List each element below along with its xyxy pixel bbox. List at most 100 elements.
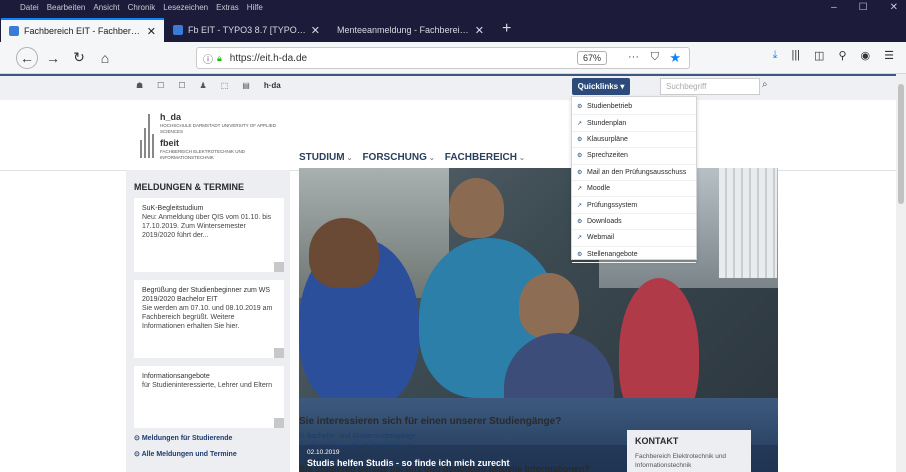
logo-fbeit: fbeit [160,138,179,148]
service-icon-3[interactable]: ☐ [178,81,185,90]
sidebar-icon[interactable]: ◫ [814,49,824,62]
close-tab-icon[interactable]: ✕ [147,25,156,38]
maximize-icon[interactable]: ☐ [859,2,868,13]
person-shape [449,178,504,238]
quicklink-downloads[interactable]: ⚙ Downloads [572,214,696,231]
menu-lesezeichen[interactable]: Lesezeichen [163,3,208,12]
link-meldungen-studierende[interactable]: ⊙ Meldungen für Studierende [134,434,232,442]
page-actions-icon[interactable]: ··· [628,51,639,63]
quicklinks-dropdown: ⚙ Studienbetrieb ↗ Stundenplan ⚙ Klausurplä… [571,96,697,263]
tab-title: Menteeanmeldung - Fachbereich EIT [337,25,470,35]
nav-forschung[interactable]: FORSCHUNG ⌄ [362,152,434,163]
person-icon[interactable]: ♟ [200,81,207,90]
bookmark-star-icon[interactable]: ★ [669,50,681,66]
person-shape [519,273,579,338]
close-tab-icon[interactable]: ✕ [311,24,320,37]
quicklink-pruefungssystem[interactable]: ↗ Prüfungssystem [572,197,696,214]
nav-fachbereich[interactable]: FACHBEREICH ⌄ [445,152,525,163]
home-service-icon[interactable]: ☗ [136,81,143,90]
question-aktuelle-informationen: Sie studieren bereits bei uns und benöti… [299,464,591,472]
navigation-bar: ← → ↻ ⌂ ⓘ 🔒︎ https://eit.h-da.de 67% ···… [0,42,906,74]
news-item-2[interactable]: Begrüßung der Studienbeginner zum WS 201… [134,280,284,358]
caret-down-icon: ▾ [620,82,625,91]
site-logo[interactable]: h_da HOCHSCHULE DARMSTADT UNIVERSITY OF … [140,108,290,168]
news-title: Begrüßung der Studienbeginner zum WS 201… [142,287,271,303]
account-icon[interactable]: ◉ [861,49,871,62]
back-icon[interactable]: ← [16,46,38,69]
gear-icon: ⚙ [577,104,583,111]
service-icon-6[interactable]: ▤ [242,81,250,90]
quicklink-stundenplan[interactable]: ↗ Stundenplan [572,115,696,132]
minimize-icon[interactable]: – [831,2,837,13]
chevron-down-icon: ⌄ [428,155,435,162]
gear-icon: ⚙ [577,136,583,143]
link-studienbeginner[interactable]: ⊙ Informationen für Studienbeginner [299,442,413,450]
new-tab-icon[interactable]: + [492,20,521,42]
tab-typo3[interactable]: Fb EIT - TYPO3 8.7 [TYPO3 CMS] ✕ [165,18,328,42]
tab-menteeanmeldung[interactable]: Menteeanmeldung - Fachbereich EIT ✕ [329,18,492,42]
reload-icon[interactable]: ↻ [68,47,90,69]
home-icon[interactable]: ⌂ [94,47,116,69]
quicklinks-label: Quicklinks [577,82,619,91]
search-icon[interactable]: ⌕ [762,79,768,90]
forward-icon[interactable]: → [42,47,64,69]
quicklink-stellenangebote[interactable]: ⚙ Stellenangebote [572,247,696,263]
scrollbar-thumb[interactable] [898,84,904,204]
extension-icon[interactable]: ⚲ [838,49,846,62]
menu-chronik[interactable]: Chronik [128,3,156,12]
hda-service-link[interactable]: h·da [264,81,281,90]
external-link-icon: ↗ [577,235,583,242]
menu-bearbeiten[interactable]: Bearbeiten [47,3,86,12]
info-icon[interactable]: ⓘ [203,51,213,66]
tab-bar: Fachbereich EIT - Fachbereich EIT ✕ Fb E… [0,14,906,42]
service-icons: ☗ ☐ ☐ ♟ ⬚ ▤ h·da [136,81,281,90]
quicklink-mail-pruefungsausschuss[interactable]: ⚙ Mail an den Prüfungsausschuss [572,165,696,181]
close-tab-icon[interactable]: ✕ [475,24,484,37]
menu-hilfe[interactable]: Hilfe [247,3,263,12]
chevron-down-icon: ⌄ [519,155,525,162]
contact-title: KONTAKT [635,436,679,446]
quicklink-sprechzeiten[interactable]: ⚙ Sprechzeiten [572,148,696,165]
menu-datei[interactable]: Datei [20,3,39,12]
favicon-icon [9,26,19,36]
news-more-button[interactable] [274,418,284,428]
chevron-down-icon: ⌄ [346,155,353,162]
news-more-button[interactable] [274,262,284,272]
download-icon[interactable]: ⤓ [773,49,778,62]
quicklink-studienbetrieb[interactable]: ⚙ Studienbetrieb [572,99,696,116]
tab-title: Fachbereich EIT - Fachbereich EIT [24,26,142,36]
quicklink-webmail[interactable]: ↗ Webmail [572,230,696,247]
news-more-button[interactable] [274,348,284,358]
menu-ansicht[interactable]: Ansicht [93,3,119,12]
news-body: Neu: Anmeldung über QIS vom 01.10. bis 1… [142,214,272,239]
news-item-3[interactable]: Informationsangebote für Studieninteress… [134,366,284,428]
favicon-icon [173,25,183,35]
news-body: Sie werden am 07.10. und 08.10.2019 am F… [142,305,273,330]
gear-icon: ⚙ [577,169,583,176]
web-page: ☗ ☐ ☐ ♟ ⬚ ▤ h·da Quicklinks ▾ Suchbegrif… [0,74,896,472]
service-icon-2[interactable]: ☐ [157,81,164,90]
contact-text: Fachbereich Elektrotechnik und Informati… [635,453,727,469]
quicklink-moodle[interactable]: ↗ Moodle [572,181,696,198]
quicklinks-button[interactable]: Quicklinks ▾ [572,78,630,95]
url-bar[interactable]: ⓘ 🔒︎ https://eit.h-da.de 67% ··· ⛉ ★ [196,47,690,69]
section-title: MELDUNGEN & TERMINE [134,182,244,192]
menu-extras[interactable]: Extras [216,3,239,12]
zoom-indicator[interactable]: 67% [576,51,607,65]
hamburger-menu-icon[interactable]: ☰ [884,49,894,62]
link-alle-meldungen[interactable]: ⊙ Alle Meldungen und Termine [134,450,237,458]
pocket-icon[interactable]: ⛉ [651,51,659,64]
news-item-1[interactable]: SuK-Begleitstudium Neu: Anmeldung über Q… [134,198,284,272]
search-input[interactable]: Suchbegriff [660,78,760,95]
library-icon[interactable]: ||| [791,49,800,62]
close-window-icon[interactable]: ✕ [890,2,898,13]
tab-fachbereich-eit[interactable]: Fachbereich EIT - Fachbereich EIT ✕ [1,18,164,42]
link-bachelor-master[interactable]: ⊙ Bachelor- und Masterstudiengänge [299,432,416,440]
quicklink-klausurplaene[interactable]: ⚙ Klausurpläne [572,132,696,149]
external-link-icon: ↗ [577,186,583,193]
service-icon-5[interactable]: ⬚ [221,81,229,90]
lock-icon[interactable]: 🔒︎ [217,53,222,64]
logo-hda: h_da [160,112,182,122]
page-scrollbar[interactable] [896,74,906,472]
nav-studium[interactable]: STUDIUM ⌄ [299,152,352,163]
